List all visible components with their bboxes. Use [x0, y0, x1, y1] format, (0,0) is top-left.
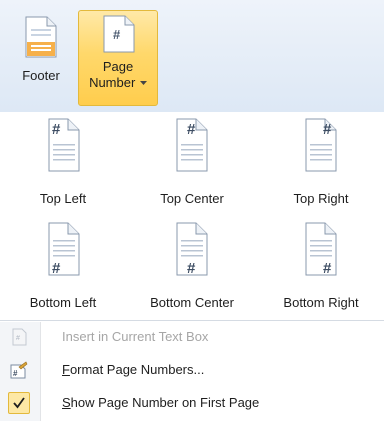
svg-text:#: # — [52, 260, 61, 276]
footer-icon — [25, 16, 57, 58]
page-number-icon: # — [103, 15, 135, 53]
svg-text:#: # — [16, 335, 20, 342]
gallery-item-bottom-left[interactable]: # Bottom Left — [0, 216, 126, 316]
gallery-item-label: Bottom Right — [283, 295, 359, 310]
svg-text:#: # — [113, 27, 121, 42]
svg-text:#: # — [187, 121, 196, 138]
svg-text:#: # — [323, 260, 332, 276]
insert-page-number-icon: # — [12, 328, 27, 346]
gallery-item-bottom-right[interactable]: # Bottom Right — [258, 216, 384, 316]
page-number-top-left-icon: # — [48, 118, 80, 172]
menu-item-label: Format Page Numbers... — [62, 362, 205, 377]
gallery-item-bottom-center[interactable]: # Bottom Center — [129, 216, 255, 316]
gallery-item-label: Bottom Center — [150, 295, 234, 310]
svg-text:#: # — [323, 121, 332, 138]
menu-item-label: Insert in Current Text Box — [62, 329, 209, 344]
page-number-menu: # Insert in Current Text Box # Format Pa… — [0, 322, 384, 421]
svg-text:#: # — [52, 121, 61, 138]
gallery-item-label: Bottom Left — [29, 295, 97, 310]
gallery-item-label: Top Right — [293, 191, 349, 206]
gallery-item-top-center[interactable]: # Top Center — [129, 112, 255, 212]
gallery-item-label: Top Center — [160, 191, 224, 206]
svg-text:#: # — [187, 260, 196, 276]
gallery-item-label: Top Left — [39, 191, 87, 206]
page-number-label-line1: Page — [102, 59, 134, 74]
footer-label: Footer — [22, 68, 60, 83]
page-number-label-text: Number — [89, 75, 136, 90]
gallery-item-top-left[interactable]: # Top Left — [0, 112, 126, 212]
footer-button[interactable]: Footer — [8, 10, 74, 106]
menu-item-label: Show Page Number on First Page — [62, 395, 260, 410]
menu-item-format-page-numbers[interactable]: # Format Page Numbers... — [0, 355, 384, 385]
page-number-bottom-left-icon: # — [48, 222, 80, 276]
menu-item-insert-in-current-text-box[interactable]: # Insert in Current Text Box — [0, 322, 384, 352]
checkmark-icon — [13, 397, 25, 409]
menu-item-show-page-number-on-first-page[interactable]: Show Page Number on First Page — [0, 388, 384, 418]
page-number-bottom-right-icon: # — [305, 222, 337, 276]
menu-separator — [0, 320, 384, 321]
svg-text:#: # — [13, 369, 18, 378]
gallery-item-top-right[interactable]: # Top Right — [258, 112, 384, 212]
format-page-numbers-icon: # — [10, 361, 28, 379]
page-number-top-center-icon: # — [176, 118, 208, 172]
page-number-gallery: # Top Left # Top Center # Top Right # Bo… — [0, 112, 384, 318]
checked-state-box — [8, 392, 30, 414]
page-number-top-right-icon: # — [305, 118, 337, 172]
page-number-bottom-center-icon: # — [176, 222, 208, 276]
page-number-button[interactable]: # Page Number — [78, 10, 158, 106]
page-number-label-line2: Number — [79, 75, 157, 91]
caret-down-icon — [139, 81, 147, 86]
ribbon-group: Footer # Page Number — [0, 0, 384, 113]
